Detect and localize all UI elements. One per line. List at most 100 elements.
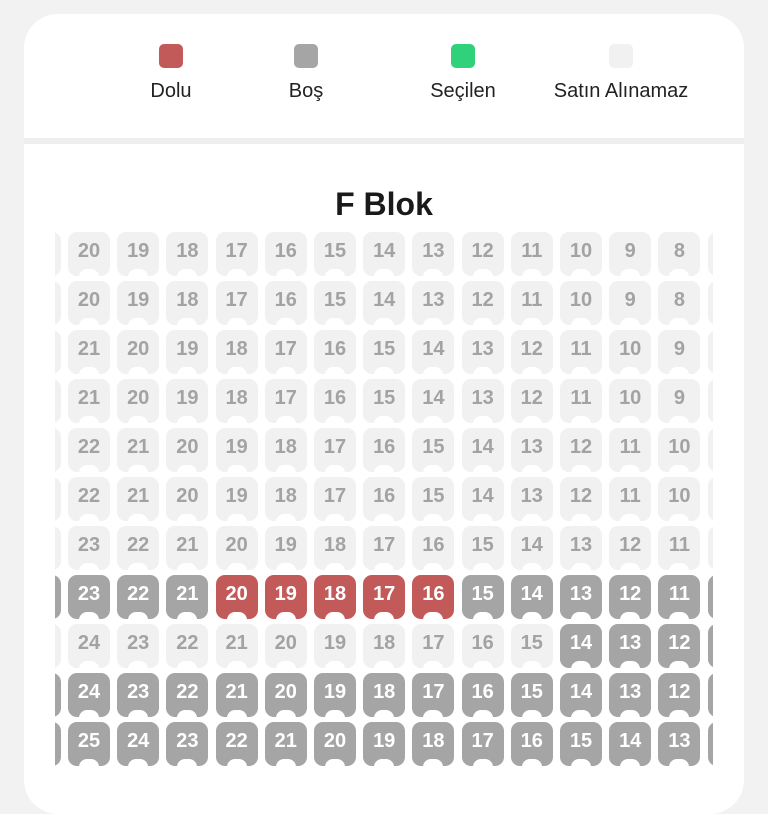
seat-unavailable: 15 bbox=[363, 379, 406, 424]
seat-empty[interactable]: 24 bbox=[117, 722, 160, 767]
seat-unavailable: 16 bbox=[264, 232, 307, 277]
seat-empty[interactable]: 15 bbox=[510, 673, 553, 718]
seat-empty[interactable]: 13 bbox=[560, 575, 602, 620]
seat-full[interactable]: 18 bbox=[314, 575, 356, 620]
seat-row: 21 20 19 18 17 16 15 14 13 12 11 10 9 bbox=[55, 330, 713, 375]
seat-unavailable: 16 bbox=[412, 526, 455, 571]
seat-empty[interactable]: 11 bbox=[658, 575, 701, 620]
legend-divider bbox=[24, 138, 744, 144]
seat-edge-right bbox=[707, 673, 713, 717]
seat-unavailable: 21 bbox=[117, 477, 160, 522]
seat-unavailable: 13 bbox=[510, 477, 553, 522]
seat-unavailable: 21 bbox=[166, 526, 209, 571]
seat-edge-right bbox=[707, 526, 713, 570]
seat-unavailable: 14 bbox=[363, 232, 406, 277]
seat-empty[interactable]: 21 bbox=[166, 575, 209, 620]
seat-unavailable: 12 bbox=[461, 281, 504, 326]
seat-empty[interactable]: 13 bbox=[609, 624, 652, 669]
seat-empty[interactable]: 23 bbox=[166, 722, 209, 767]
seat-unavailable: 11 bbox=[609, 477, 652, 522]
seat-empty[interactable]: 12 bbox=[609, 575, 652, 620]
seat-empty[interactable]: 14 bbox=[560, 673, 602, 718]
seat-unavailable: 17 bbox=[314, 428, 356, 473]
seat-edge-left bbox=[55, 477, 61, 521]
seat-unavailable: 13 bbox=[412, 281, 455, 326]
seat-empty[interactable]: 13 bbox=[658, 722, 701, 767]
seat-edge-left bbox=[55, 428, 61, 472]
seat-row: 20 19 18 17 16 15 14 13 12 11 10 9 8 bbox=[55, 281, 713, 326]
seat-unavailable: 14 bbox=[461, 428, 504, 473]
seat-empty[interactable]: 23 bbox=[117, 673, 160, 718]
seat-empty[interactable]: 18 bbox=[412, 722, 455, 767]
seat-empty[interactable]: 22 bbox=[166, 673, 209, 718]
seat-unavailable: 18 bbox=[166, 232, 209, 277]
seat-unavailable: 8 bbox=[658, 281, 701, 326]
seat-empty[interactable]: 20 bbox=[314, 722, 356, 767]
seat-unavailable: 14 bbox=[461, 477, 504, 522]
seat-empty[interactable]: 18 bbox=[363, 673, 406, 718]
seat-unavailable: 21 bbox=[68, 379, 110, 424]
seat-empty[interactable]: 21 bbox=[264, 722, 307, 767]
seat-full[interactable]: 19 bbox=[264, 575, 307, 620]
seat-full[interactable]: 17 bbox=[363, 575, 406, 620]
seat-unavailable: 20 bbox=[166, 428, 209, 473]
seat-unavailable: 10 bbox=[609, 330, 652, 375]
seat-row: 22 21 20 19 18 17 16 15 14 13 12 11 10 bbox=[55, 477, 713, 522]
seat-empty[interactable]: 22 bbox=[117, 575, 160, 620]
seat-empty[interactable]: 17 bbox=[412, 673, 455, 718]
seat-empty[interactable]: 12 bbox=[658, 624, 701, 669]
seat-empty[interactable]: 14 bbox=[510, 575, 553, 620]
seat-edge-left bbox=[55, 330, 61, 374]
seat-empty[interactable]: 22 bbox=[215, 722, 258, 767]
seat-empty[interactable]: 25 bbox=[68, 722, 110, 767]
seat-empty[interactable]: 15 bbox=[461, 575, 504, 620]
seat-empty[interactable]: 21 bbox=[215, 673, 258, 718]
seat-unavailable: 9 bbox=[609, 281, 652, 326]
seat-empty[interactable]: 24 bbox=[68, 673, 110, 718]
seat-unavailable: 21 bbox=[68, 330, 110, 375]
seat-edge-right bbox=[707, 722, 713, 766]
seat-empty[interactable]: 16 bbox=[461, 673, 504, 718]
seat-row: 25 24 23 22 21 20 19 18 17 16 15 14 13 bbox=[55, 722, 713, 767]
seat-empty[interactable]: 15 bbox=[560, 722, 602, 767]
seat-unavailable: 17 bbox=[363, 526, 406, 571]
seat-empty[interactable]: 19 bbox=[363, 722, 406, 767]
seat-edge-right bbox=[707, 379, 713, 423]
seat-unavailable: 18 bbox=[363, 624, 406, 669]
seat-empty[interactable]: 14 bbox=[609, 722, 652, 767]
seat-unavailable: 12 bbox=[609, 526, 652, 571]
seat-empty[interactable]: 17 bbox=[461, 722, 504, 767]
seat-unavailable: 18 bbox=[314, 526, 356, 571]
seat-empty[interactable]: 16 bbox=[510, 722, 553, 767]
seat-unavailable: 14 bbox=[412, 330, 455, 375]
seat-unavailable: 13 bbox=[412, 232, 455, 277]
seat-unavailable: 16 bbox=[363, 428, 406, 473]
seat-full[interactable]: 20 bbox=[215, 575, 258, 620]
seat-edge-left bbox=[55, 379, 61, 423]
seat-unavailable: 17 bbox=[264, 379, 307, 424]
seat-empty[interactable]: 23 bbox=[68, 575, 110, 620]
seat-unavailable: 15 bbox=[363, 330, 406, 375]
seat-empty[interactable]: 13 bbox=[609, 673, 652, 718]
seat-row: 22 21 20 19 18 17 16 15 14 13 12 11 10 bbox=[55, 428, 713, 473]
seat-unavailable: 19 bbox=[264, 526, 307, 571]
seat-unavailable: 18 bbox=[264, 477, 307, 522]
seat-unavailable: 8 bbox=[658, 232, 701, 277]
seat-empty[interactable]: 19 bbox=[314, 673, 356, 718]
seat-unavailable: 14 bbox=[510, 526, 553, 571]
seat-empty[interactable]: 12 bbox=[658, 673, 701, 718]
seat-unavailable: 14 bbox=[412, 379, 455, 424]
seat-empty[interactable]: 14 bbox=[560, 624, 602, 669]
seat-unavailable: 14 bbox=[363, 281, 406, 326]
seat-unavailable: 11 bbox=[560, 379, 602, 424]
seat-unavailable: 19 bbox=[215, 477, 258, 522]
seat-edge-left bbox=[55, 526, 61, 570]
seat-edge-right bbox=[707, 330, 713, 374]
seat-full[interactable]: 16 bbox=[412, 575, 455, 620]
seat-unavailable: 18 bbox=[215, 379, 258, 424]
seat-empty[interactable]: 20 bbox=[264, 673, 307, 718]
seat-unavailable: 10 bbox=[658, 477, 701, 522]
seat-edge-right bbox=[707, 477, 713, 521]
legend-item-unavailable: Satın Alınamaz bbox=[546, 44, 696, 103]
seat-unavailable: 12 bbox=[560, 477, 602, 522]
